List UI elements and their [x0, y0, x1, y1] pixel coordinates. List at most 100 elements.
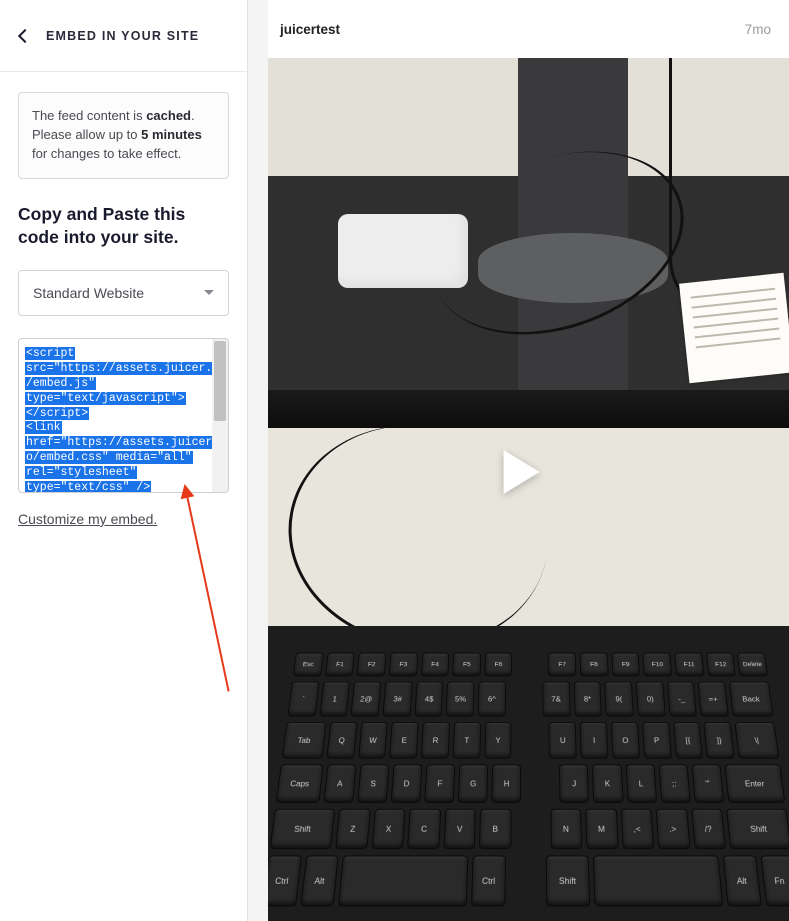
keyboard-key: T [452, 722, 481, 759]
keyboard-key: Fn [760, 855, 789, 906]
play-icon[interactable] [504, 450, 540, 494]
keyboard-key: 2@ [351, 681, 382, 716]
keyboard-key: A [323, 764, 356, 803]
notice-text-post: for changes to take effect. [32, 146, 181, 161]
keyboard-key: F12 [706, 653, 737, 677]
keyboard-key: F4 [420, 653, 449, 677]
main-content: juicertest 7mo EscF1F2F3F4F5F6F7F8F9F10F… [248, 0, 789, 921]
keyboard-key: F [424, 764, 455, 803]
keyboard-split [509, 681, 538, 716]
keyboard-key: E [389, 722, 419, 759]
keyboard-key: Caps [276, 764, 324, 803]
keyboard-key: J [559, 764, 589, 803]
post-username[interactable]: juicertest [280, 22, 340, 37]
keyboard-key: F10 [643, 653, 673, 677]
code-line: type="text/javascript"> [25, 392, 186, 405]
keyboard-key: Ctrl [268, 855, 302, 906]
sidebar-body: The feed content is cached. Please allow… [0, 72, 247, 549]
sidebar: EMBED IN YOUR SITE The feed content is c… [0, 0, 248, 921]
video-bg-shelf [268, 58, 789, 428]
back-icon[interactable] [18, 28, 32, 42]
keyboard-key: C [407, 809, 441, 849]
notice-bold-minutes: 5 minutes [141, 127, 202, 142]
keyboard-key: 7& [542, 681, 570, 716]
keyboard-key: P [642, 722, 672, 759]
page-title: EMBED IN YOUR SITE [46, 29, 199, 43]
keyboard-key: 3# [382, 681, 412, 716]
code-line: type="text/css" /> [25, 481, 151, 492]
keyboard-split [516, 653, 544, 677]
keyboard-key: H [492, 764, 522, 803]
keyboard-key: -_ [667, 681, 698, 716]
keyboard-key: W [358, 722, 388, 759]
keyboard-key: F9 [611, 653, 640, 677]
platform-select[interactable]: Standard Website [18, 270, 229, 316]
keyboard-key: Shift [269, 809, 335, 849]
keyboard-key: K [592, 764, 623, 803]
keyboard-key: F8 [580, 653, 609, 677]
code-line: /embed.js" [25, 377, 96, 390]
keyboard-split [509, 855, 541, 906]
scrollbar-thumb[interactable] [214, 341, 226, 421]
code-line: src="https://assets.juicer.io [25, 362, 227, 375]
keyboard-key: X [371, 809, 405, 849]
keyboard-key: Enter [724, 764, 785, 803]
keyboard-key: /? [691, 809, 726, 849]
post-header: juicertest 7mo [268, 0, 789, 58]
post-video[interactable]: EscF1F2F3F4F5F6F7F8F9F10F11F12Delete `12… [268, 58, 789, 921]
keyboard-key: Back [729, 681, 774, 716]
code-line: <link [25, 421, 62, 434]
code-line: <script [25, 347, 75, 360]
keyboard-split [515, 809, 546, 849]
keyboard-key: F1 [325, 653, 355, 677]
keyboard-key: B [479, 809, 511, 849]
keyboard-key: Shift [726, 809, 789, 849]
keyboard-key: .> [656, 809, 691, 849]
keyboard-key: Y [484, 722, 512, 759]
embed-code-text[interactable]: <script src="https://assets.juicer.io /e… [19, 339, 228, 492]
keyboard-key: Alt [723, 855, 762, 906]
keyboard-key: Q [326, 722, 357, 759]
keyboard-key: ]} [704, 722, 735, 759]
notice-bold-cached: cached [146, 108, 191, 123]
keyboard-key: Ctrl [471, 855, 505, 906]
keyboard-key: F11 [674, 653, 704, 677]
video-bg-paper [679, 273, 789, 383]
keyboard-key: 8* [573, 681, 602, 716]
post-timestamp: 7mo [745, 22, 771, 37]
code-line: href="https://assets.juicer.i [25, 436, 227, 449]
customize-embed-link[interactable]: Customize my embed. [18, 511, 157, 527]
keyboard-key: 0) [635, 681, 665, 716]
keyboard-key: F3 [388, 653, 418, 677]
code-line: o/embed.css" media="all" [25, 451, 193, 464]
keyboard-key: Tab [282, 722, 327, 759]
keyboard-key: D [390, 764, 422, 803]
keyboard-key: F5 [452, 653, 481, 677]
keyboard-key: L [625, 764, 657, 803]
keyboard-key: S [357, 764, 390, 803]
keyboard-split [525, 764, 556, 803]
keyboard-key: R [421, 722, 450, 759]
keyboard-key: 6^ [478, 681, 506, 716]
keyboard-key: Esc [293, 653, 324, 677]
keyboard-key [338, 855, 469, 906]
keyboard-key: '" [691, 764, 724, 803]
embed-code-box[interactable]: <script src="https://assets.juicer.io /e… [18, 338, 229, 493]
notice-text-pre: The feed content is [32, 108, 146, 123]
cache-notice: The feed content is cached. Please allow… [18, 92, 229, 179]
keyboard-key: \| [735, 722, 780, 759]
keyboard-key: [{ [673, 722, 704, 759]
keyboard-key: 4$ [414, 681, 444, 716]
keyboard-key: 9( [604, 681, 633, 716]
keyboard-key: ;: [658, 764, 690, 803]
keyboard-key: ` [287, 681, 319, 716]
keyboard-key: Alt [300, 855, 339, 906]
keyboard-key: F2 [357, 653, 387, 677]
keyboard-key: F7 [548, 653, 576, 677]
sidebar-header: EMBED IN YOUR SITE [0, 0, 247, 72]
keyboard-key: Delete [737, 653, 768, 677]
scrollbar-track[interactable] [212, 339, 228, 492]
keyboard-key: 5% [446, 681, 475, 716]
keyboard-key: V [443, 809, 476, 849]
keyboard-split [516, 722, 546, 759]
